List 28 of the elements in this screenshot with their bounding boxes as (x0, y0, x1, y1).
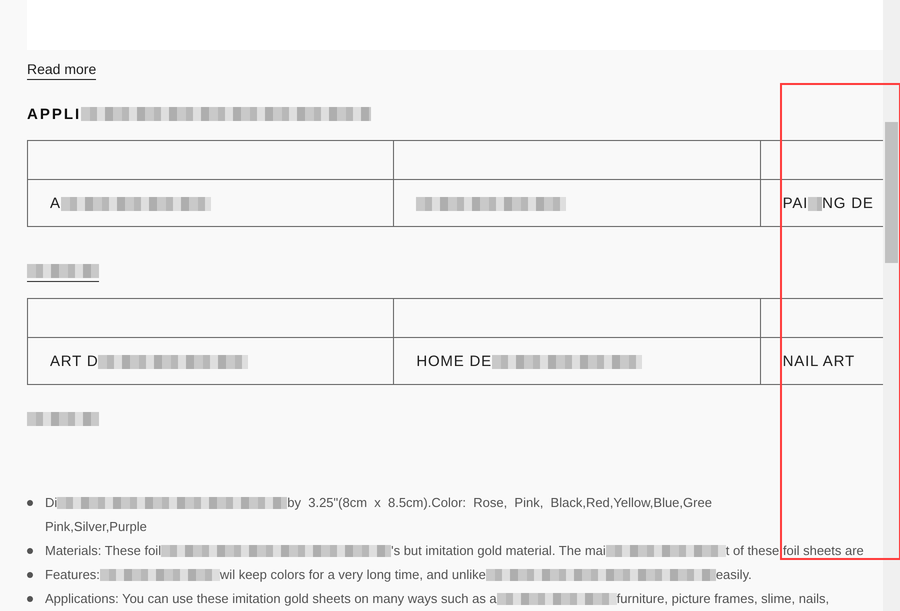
bullet-icon (27, 572, 33, 578)
cell-text: NG DE (822, 194, 874, 212)
bullet-text: by 3.25"(8cm x 8.5cm).Color: Rose, Pink, Black,Red,Yellow,Blue,Gree (287, 494, 712, 512)
cell-text: HOME DE (416, 352, 492, 370)
redaction-mask (27, 412, 99, 426)
bullet-text: easily. (716, 566, 752, 584)
cell-text: ART D (50, 352, 98, 370)
bullet-text: Applications: You can use these imitation gold sheets on many ways such as a (45, 590, 497, 608)
cell-text: A (50, 194, 61, 212)
read-more-link[interactable]: Read more (27, 61, 96, 80)
bullet-text: Di (45, 494, 58, 512)
scrollbar-thumb[interactable] (885, 122, 898, 263)
cell-text: PAI (782, 194, 808, 212)
bullet-text: 's but imitation gold material. The mai (391, 542, 606, 560)
redaction-mask (27, 264, 99, 278)
redaction-mask (808, 196, 822, 211)
cell-text: NAIL ART (782, 352, 855, 370)
section-heading: APPLI (27, 106, 82, 122)
bullet-text: wil keep colors for a very long time, and unlike (220, 566, 486, 584)
bullet-text: t of these foil sheets are (726, 542, 864, 560)
bullet-text: Features: (45, 566, 100, 584)
scrollbar[interactable] (883, 0, 900, 611)
bullet-text: Pink,Silver,Purple (45, 518, 147, 536)
bullet-icon (27, 500, 33, 506)
bullet-text: Materials: These foil (45, 542, 162, 560)
bullet-text: furniture, picture frames, slime, nails, (616, 590, 830, 608)
bullet-icon (27, 596, 33, 602)
bullet-icon (27, 548, 33, 554)
